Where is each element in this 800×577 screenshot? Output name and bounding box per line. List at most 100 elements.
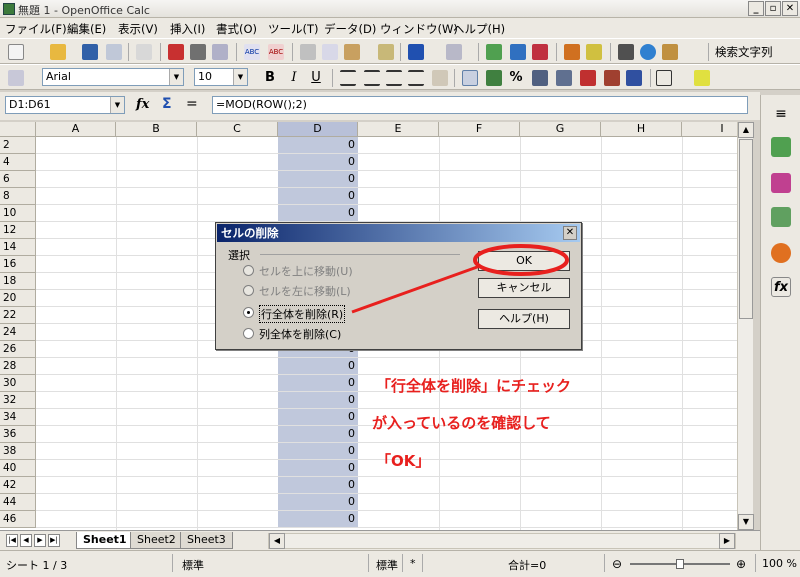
styles-formatting-icon[interactable]	[8, 70, 24, 86]
row-header[interactable]: 36	[0, 426, 36, 443]
zoom-in-icon[interactable]: ⊕	[736, 557, 746, 571]
scroll-thumb[interactable]	[739, 139, 753, 319]
table-cell[interactable]: 0	[278, 409, 358, 426]
new-document-icon[interactable]	[8, 44, 24, 60]
functions-icon[interactable]: fx	[771, 277, 791, 297]
bold-button[interactable]: B	[262, 70, 278, 86]
table-cell[interactable]: 0	[278, 392, 358, 409]
select-all-corner[interactable]	[0, 122, 36, 137]
email-icon[interactable]	[106, 44, 122, 60]
row-header[interactable]: 20	[0, 290, 36, 307]
formula-input[interactable]: =MOD(ROW();2)	[212, 96, 748, 114]
row-header[interactable]: 40	[0, 460, 36, 477]
function-wizard-icon[interactable]: fx	[136, 97, 149, 112]
row-header[interactable]: 28	[0, 358, 36, 375]
row-header[interactable]: 34	[0, 409, 36, 426]
column-header[interactable]: E	[358, 122, 439, 137]
navigator-icon[interactable]	[771, 243, 791, 263]
column-header[interactable]: I	[682, 122, 737, 137]
scroll-left-button[interactable]: ◀	[269, 533, 285, 549]
menu-data[interactable]: データ(D)	[324, 21, 376, 37]
zoom-slider-handle[interactable]	[676, 559, 684, 569]
align-center-icon[interactable]	[364, 70, 380, 86]
maximize-button[interactable]: ▫	[765, 1, 781, 16]
table-cell[interactable]: 0	[278, 494, 358, 511]
column-header[interactable]: A	[36, 122, 116, 137]
name-box[interactable]: D1:D61 ▼	[5, 96, 125, 114]
tab-sheet1[interactable]: Sheet1	[76, 532, 134, 549]
menu-file[interactable]: ファイル(F)	[5, 21, 67, 37]
close-window-button[interactable]: ✕	[782, 1, 798, 16]
redo-icon[interactable]	[446, 44, 462, 60]
row-header[interactable]: 6	[0, 171, 36, 188]
close-icon[interactable]: ✕	[563, 226, 577, 240]
help-button[interactable]: ヘルプ(H)	[478, 309, 570, 329]
chart-icon[interactable]	[564, 44, 580, 60]
table-cell[interactable]: 0	[278, 426, 358, 443]
row-header[interactable]: 30	[0, 375, 36, 392]
borders-icon[interactable]	[656, 70, 672, 86]
horizontal-scrollbar[interactable]: ◀ ▶	[268, 533, 736, 549]
hyperlink-icon[interactable]	[486, 44, 502, 60]
scroll-up-button[interactable]: ▲	[738, 122, 754, 138]
font-name-box[interactable]: Arial ▼	[42, 68, 184, 86]
align-right-icon[interactable]	[386, 70, 402, 86]
radio-delete-rows[interactable]	[243, 307, 254, 318]
scroll-down-button[interactable]: ▼	[738, 514, 754, 530]
last-sheet-button[interactable]: ▶|	[48, 534, 60, 547]
currency-format-icon[interactable]	[486, 70, 502, 86]
row-header[interactable]: 32	[0, 392, 36, 409]
paste-icon[interactable]	[344, 44, 360, 60]
autospellcheck-icon[interactable]: ABC	[268, 44, 284, 60]
tab-sheet3[interactable]: Sheet3	[180, 532, 233, 549]
table-cell[interactable]: 0	[278, 171, 358, 188]
delete-decimal-icon[interactable]	[580, 70, 596, 86]
open-folder-icon[interactable]	[50, 44, 66, 60]
table-cell[interactable]: 0	[278, 477, 358, 494]
sort-ascending-icon[interactable]	[510, 44, 526, 60]
merge-cells-icon[interactable]	[432, 70, 448, 86]
row-header[interactable]: 12	[0, 222, 36, 239]
formula-equals-icon[interactable]: =	[186, 96, 198, 112]
column-header[interactable]: H	[601, 122, 682, 137]
table-cell[interactable]: 0	[278, 137, 358, 154]
minimize-button[interactable]: _	[748, 1, 764, 16]
page-preview-icon[interactable]	[212, 44, 228, 60]
row-header[interactable]: 14	[0, 239, 36, 256]
table-cell[interactable]: 0	[278, 443, 358, 460]
underline-button[interactable]: U	[308, 70, 324, 86]
add-decimal-icon[interactable]	[556, 70, 572, 86]
table-cell[interactable]: 0	[278, 205, 358, 222]
first-sheet-button[interactable]: |◀	[6, 534, 18, 547]
column-header[interactable]: B	[116, 122, 197, 137]
increase-indent-icon[interactable]	[626, 70, 642, 86]
row-header[interactable]: 16	[0, 256, 36, 273]
table-cell[interactable]: 0	[278, 154, 358, 171]
sidebar-menu-icon[interactable]: ≡	[771, 105, 791, 125]
table-cell[interactable]: 0	[278, 511, 358, 528]
column-header[interactable]: G	[520, 122, 601, 137]
clone-format-icon[interactable]	[378, 44, 394, 60]
spellcheck-icon[interactable]: ABC	[244, 44, 260, 60]
row-header[interactable]: 24	[0, 324, 36, 341]
save-icon[interactable]	[82, 44, 98, 60]
cancel-button[interactable]: キャンセル	[478, 278, 570, 298]
zoom-out-icon[interactable]: ⊖	[612, 557, 622, 571]
row-header[interactable]: 18	[0, 273, 36, 290]
percent-format-button[interactable]: %	[508, 70, 524, 86]
sum-icon[interactable]: Σ	[162, 96, 172, 112]
find-replace-icon[interactable]	[618, 44, 634, 60]
chevron-down-icon[interactable]: ▼	[233, 69, 247, 85]
row-header[interactable]: 8	[0, 188, 36, 205]
scroll-right-button[interactable]: ▶	[719, 533, 735, 549]
row-header[interactable]: 26	[0, 341, 36, 358]
properties-icon[interactable]	[771, 137, 791, 157]
navigator-icon[interactable]	[640, 44, 656, 60]
tab-sheet2[interactable]: Sheet2	[130, 532, 183, 549]
row-header[interactable]: 22	[0, 307, 36, 324]
menu-insert[interactable]: 挿入(I)	[170, 21, 205, 37]
edit-file-icon[interactable]	[136, 44, 152, 60]
radio-delete-columns[interactable]	[243, 328, 254, 339]
wrap-text-icon[interactable]	[462, 70, 478, 86]
menu-format[interactable]: 書式(O)	[216, 21, 257, 37]
